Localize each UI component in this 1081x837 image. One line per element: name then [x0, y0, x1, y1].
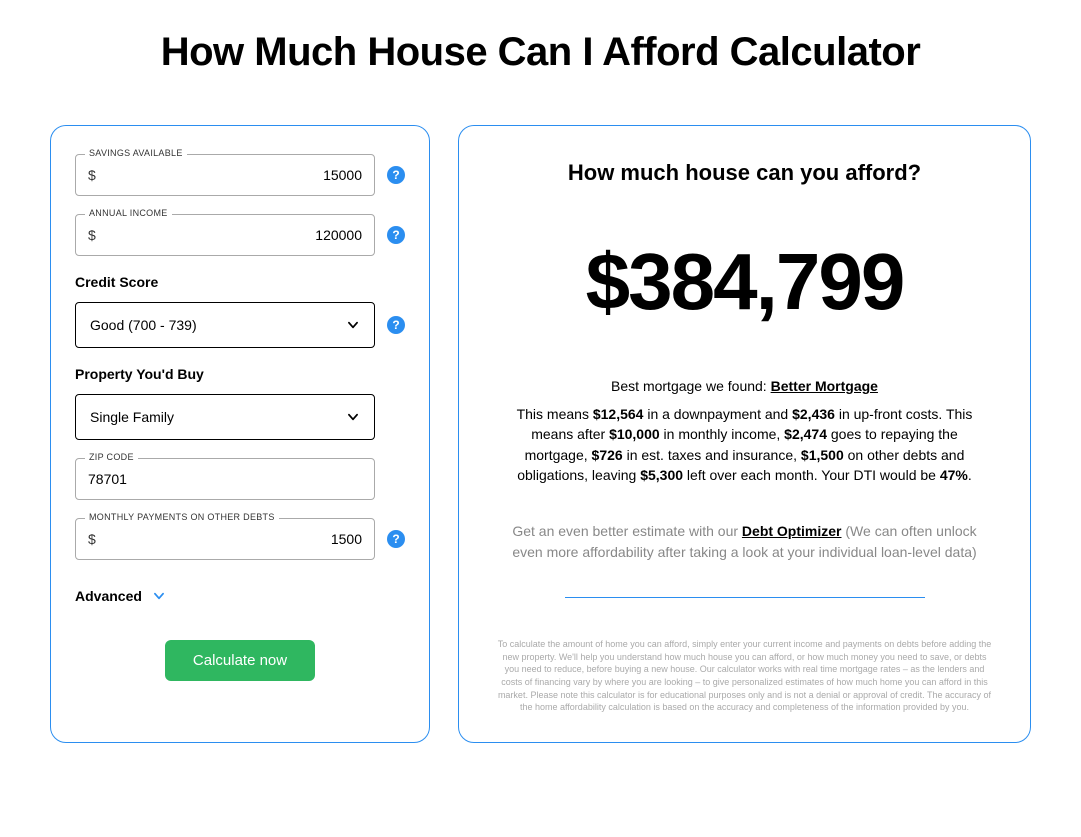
best-prefix: Best mortgage we found:	[611, 378, 771, 394]
page-title: How Much House Can I Afford Calculator	[50, 30, 1031, 75]
best-mortgage-link[interactable]: Better Mortgage	[771, 378, 878, 394]
chevron-down-icon	[152, 589, 166, 603]
income-input-wrap[interactable]: $	[75, 214, 375, 256]
debts-label: MONTHLY PAYMENTS ON OTHER DEBTS	[85, 512, 279, 522]
savings-label: SAVINGS AVAILABLE	[85, 148, 187, 158]
help-icon[interactable]: ?	[387, 316, 405, 334]
dollar-prefix: $	[88, 227, 96, 243]
best-mortgage-line: Best mortgage we found: Better Mortgage	[493, 378, 996, 394]
property-label: Property You'd Buy	[75, 366, 405, 382]
dollar-prefix: $	[88, 167, 96, 183]
help-icon[interactable]: ?	[387, 226, 405, 244]
income-input[interactable]	[104, 227, 362, 243]
affordable-amount: $384,799	[493, 236, 996, 328]
disclaimer-text: To calculate the amount of home you can …	[497, 638, 992, 714]
result-panel: How much house can you afford? $384,799 …	[458, 125, 1031, 743]
optimizer-text: Get an even better estimate with our Deb…	[499, 521, 990, 563]
debts-input[interactable]	[104, 531, 362, 547]
explanation-text: This means $12,564 in a downpayment and …	[503, 404, 986, 485]
zip-input[interactable]	[88, 471, 362, 487]
calculate-button[interactable]: Calculate now	[165, 640, 315, 681]
property-value: Single Family	[90, 409, 174, 425]
debts-input-wrap[interactable]: $	[75, 518, 375, 560]
property-select[interactable]: Single Family	[75, 394, 375, 440]
divider	[565, 597, 925, 598]
debt-optimizer-link[interactable]: Debt Optimizer	[742, 523, 842, 539]
chevron-down-icon	[346, 318, 360, 332]
savings-input-wrap[interactable]: $	[75, 154, 375, 196]
credit-score-label: Credit Score	[75, 274, 405, 290]
chevron-down-icon	[346, 410, 360, 424]
form-panel: SAVINGS AVAILABLE $ ? ANNUAL INCOME $ ? …	[50, 125, 430, 743]
dollar-prefix: $	[88, 531, 96, 547]
income-label: ANNUAL INCOME	[85, 208, 172, 218]
zip-label: ZIP CODE	[85, 452, 138, 462]
help-icon[interactable]: ?	[387, 530, 405, 548]
advanced-label: Advanced	[75, 588, 142, 604]
credit-score-select[interactable]: Good (700 - 739)	[75, 302, 375, 348]
advanced-toggle[interactable]: Advanced	[75, 588, 405, 604]
savings-input[interactable]	[104, 167, 362, 183]
result-heading: How much house can you afford?	[493, 160, 996, 186]
zip-input-wrap[interactable]	[75, 458, 375, 500]
help-icon[interactable]: ?	[387, 166, 405, 184]
credit-score-value: Good (700 - 739)	[90, 317, 197, 333]
